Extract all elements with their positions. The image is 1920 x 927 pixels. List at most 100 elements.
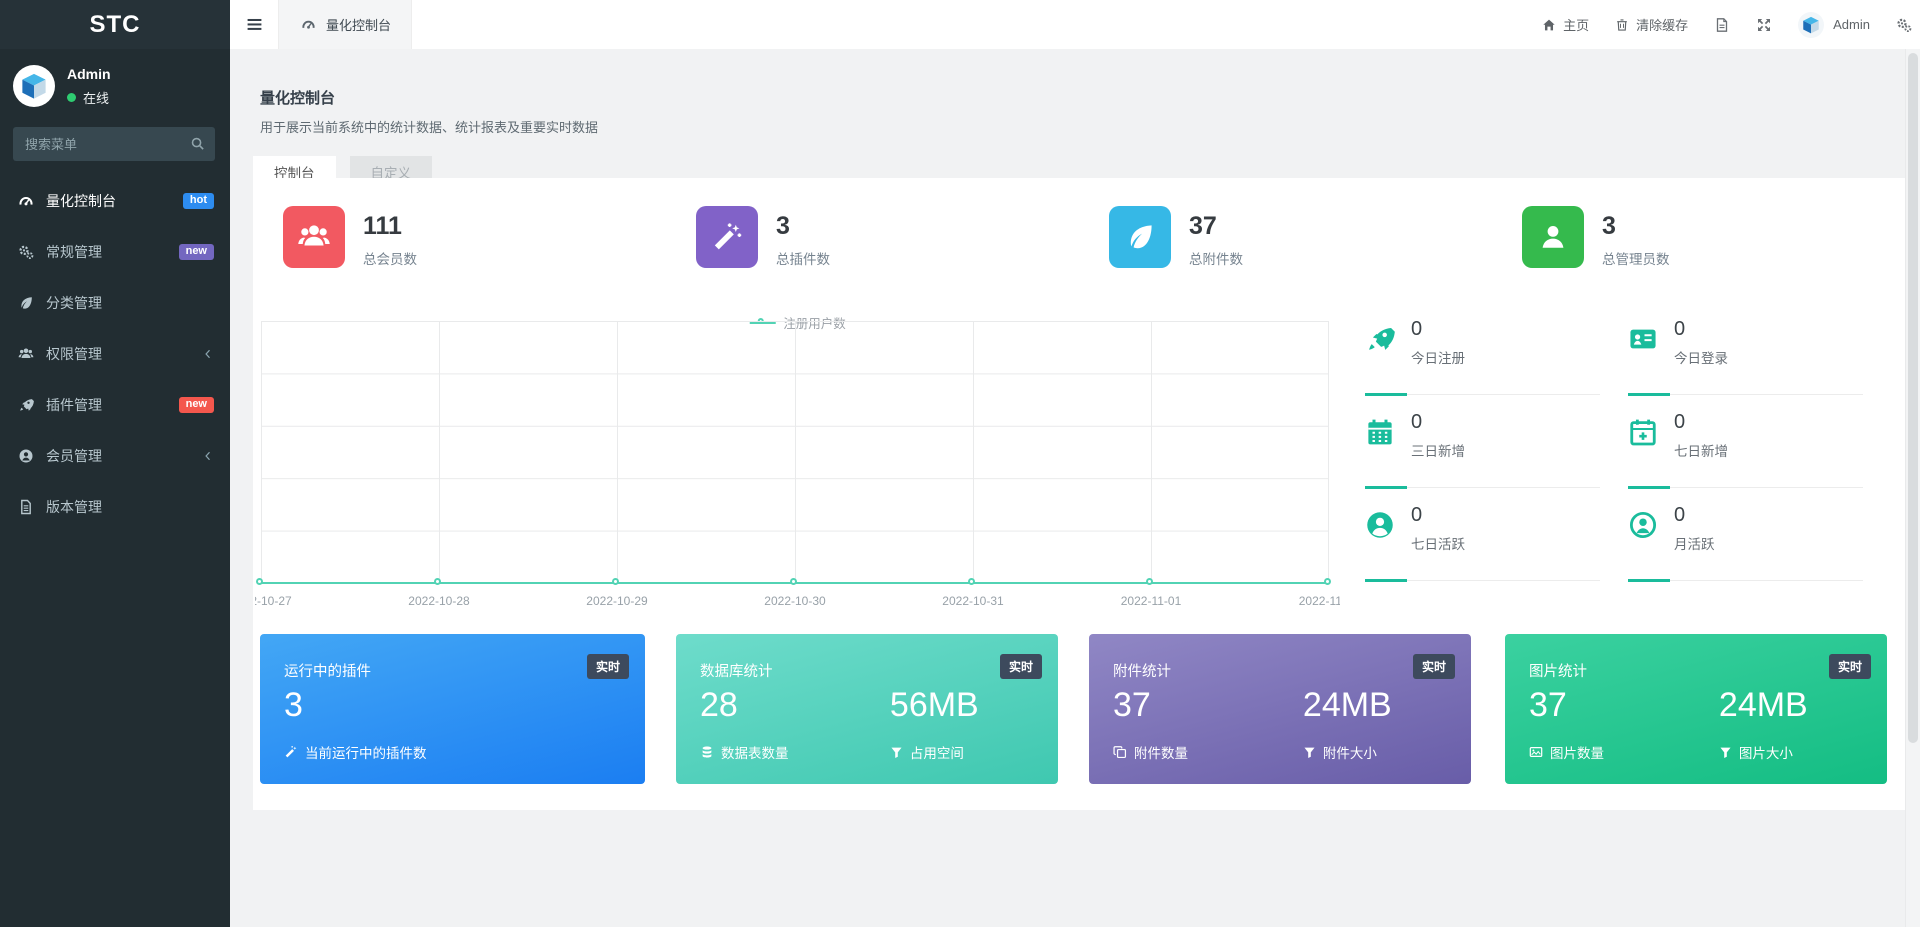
- card-running-plugins: 运行中的插件 实时 3 当前运行中的插件数: [260, 634, 645, 784]
- settings-button[interactable]: [1896, 17, 1912, 33]
- gears-icon: [1896, 17, 1912, 33]
- fullscreen-button[interactable]: [1756, 17, 1772, 33]
- mini-stat-3day-new: 0 三日新增: [1365, 411, 1600, 489]
- leaf-icon: [1109, 206, 1171, 268]
- home-icon: [1542, 18, 1556, 32]
- mini-stat-value: 0: [1411, 504, 1423, 526]
- chevron-left-icon: [202, 348, 214, 360]
- app-logo[interactable]: STC: [0, 0, 230, 49]
- dashboard-icon: [299, 17, 317, 32]
- card-label: 附件大小: [1322, 746, 1377, 761]
- sidebar-item-members[interactable]: 会员管理: [0, 430, 230, 481]
- sidebar-menu: 量化控制台 hot 常规管理 new 分类管理 权限管理 插件管理 new 会员…: [0, 175, 230, 532]
- user-name: Admin: [67, 65, 111, 82]
- accent-bar: [1628, 393, 1670, 396]
- page-icon: [1714, 17, 1730, 33]
- card-database-stats: 数据库统计 实时 28 56MB 数据表数量 占用空间: [676, 634, 1058, 784]
- mini-stat-7day-new: 0 七日新增: [1628, 411, 1863, 489]
- clone-icon: [1113, 745, 1127, 759]
- mini-stat-label: 七日活跃: [1411, 537, 1465, 552]
- data-point: [255, 577, 263, 585]
- accent-bar: [1365, 393, 1407, 396]
- search-input[interactable]: [13, 127, 215, 161]
- home-label: 主页: [1563, 18, 1590, 33]
- mini-stat-month-active: 0 月活跃: [1628, 504, 1863, 582]
- scrollbar-thumb[interactable]: [1908, 53, 1918, 743]
- sidebar-item-label: 会员管理: [46, 447, 102, 464]
- data-point: [611, 577, 619, 585]
- stat-value: 3: [776, 212, 790, 240]
- chart-grid: [261, 321, 1329, 583]
- realtime-badge: 实时: [586, 654, 629, 679]
- user-circle-icon: [1628, 510, 1658, 540]
- page-subtitle: 用于展示当前系统中的统计数据、统计报表及重要实时数据: [260, 120, 599, 135]
- clear-cache-button[interactable]: 清除缓存: [1615, 15, 1688, 34]
- user-status: 在线: [83, 90, 110, 106]
- card-image-stats: 图片统计 实时 37 24MB 图片数量 图片大小: [1505, 634, 1887, 784]
- realtime-badge: 实时: [1828, 654, 1871, 679]
- mini-stat-today-registered: 0 今日注册: [1365, 318, 1600, 396]
- summary-stats-row: 111 总会员数 3 总插件数 37 总附件数 3 总管理员数: [253, 206, 1905, 268]
- avatar[interactable]: [13, 65, 55, 107]
- sidebar-item-category[interactable]: 分类管理: [0, 277, 230, 328]
- data-point: [433, 577, 441, 585]
- page-scrollbar[interactable]: [1905, 49, 1920, 927]
- card-value: 24MB: [1302, 686, 1392, 724]
- rocket-icon: [1365, 324, 1395, 354]
- menu-search: [13, 127, 215, 161]
- sidebar-toggle-button[interactable]: [230, 0, 278, 49]
- mini-stat-today-login: 0 今日登录: [1628, 318, 1863, 396]
- realtime-badge: 实时: [999, 654, 1042, 679]
- search-icon[interactable]: [190, 136, 205, 151]
- stat-value: 37: [1189, 212, 1217, 240]
- sidebar-item-plugins[interactable]: 插件管理 new: [0, 379, 230, 430]
- mini-stats-grid: 0 今日注册 0 今日登录 0 三日新增 0 七日新增 0 七日活跃 0 月活跃: [1365, 318, 1895, 582]
- user-menu[interactable]: Admin: [1798, 11, 1870, 38]
- id-card-icon: [1628, 324, 1658, 354]
- sidebar-item-label: 权限管理: [46, 345, 102, 362]
- new-badge: new: [178, 396, 214, 413]
- sidebar-item-permissions[interactable]: 权限管理: [0, 328, 230, 379]
- stat-label: 总插件数: [776, 252, 830, 267]
- mini-stat-value: 0: [1674, 318, 1686, 340]
- app-logo-text: STC: [89, 10, 141, 38]
- home-link[interactable]: 主页: [1542, 15, 1589, 34]
- filter-icon: [890, 746, 903, 759]
- image-icon: [1529, 745, 1543, 759]
- sidebar-item-versions[interactable]: 版本管理: [0, 481, 230, 532]
- data-point: [1145, 577, 1153, 585]
- file-icon: [17, 499, 35, 515]
- mini-stat-label: 月活跃: [1674, 537, 1715, 552]
- user-circle-icon: [17, 448, 35, 464]
- filter-icon: [1719, 746, 1732, 759]
- hot-badge: hot: [182, 192, 214, 209]
- stat-label: 总附件数: [1189, 252, 1243, 267]
- card-title: 运行中的插件: [284, 664, 371, 680]
- sidebar-item-label: 量化控制台: [46, 192, 116, 209]
- card-value: 37: [1113, 686, 1151, 724]
- mini-stat-label: 今日注册: [1411, 351, 1465, 366]
- stat-total-admins: 3 总管理员数: [1492, 206, 1905, 268]
- gears-icon: [17, 244, 35, 260]
- accent-bar: [1628, 486, 1670, 489]
- users-icon: [17, 346, 35, 362]
- page-icon-button[interactable]: [1714, 17, 1730, 33]
- user-icon: [1522, 206, 1584, 268]
- stat-total-plugins: 3 总插件数: [666, 206, 1079, 268]
- sidebar-item-dashboard[interactable]: 量化控制台 hot: [0, 175, 230, 226]
- mini-stat-value: 0: [1674, 411, 1686, 433]
- card-value: 28: [700, 686, 738, 724]
- accent-bar: [1365, 579, 1407, 582]
- stat-label: 总会员数: [363, 252, 417, 267]
- mini-stat-label: 今日登录: [1674, 351, 1728, 366]
- users-icon: [283, 206, 345, 268]
- card-value: 3: [284, 686, 303, 724]
- registered-users-chart: 注册用户数 2022-10-27 2022-10-28 2022-10-29 2…: [255, 313, 1340, 615]
- nav-tab-dashboard[interactable]: 量化控制台: [278, 0, 413, 49]
- chevron-left-icon: [202, 450, 214, 462]
- sidebar-item-general[interactable]: 常规管理 new: [0, 226, 230, 277]
- mini-stat-7day-active: 0 七日活跃: [1365, 504, 1600, 582]
- rocket-icon: [17, 397, 35, 413]
- clear-cache-label: 清除缓存: [1636, 18, 1689, 33]
- mini-stat-value: 0: [1411, 318, 1423, 340]
